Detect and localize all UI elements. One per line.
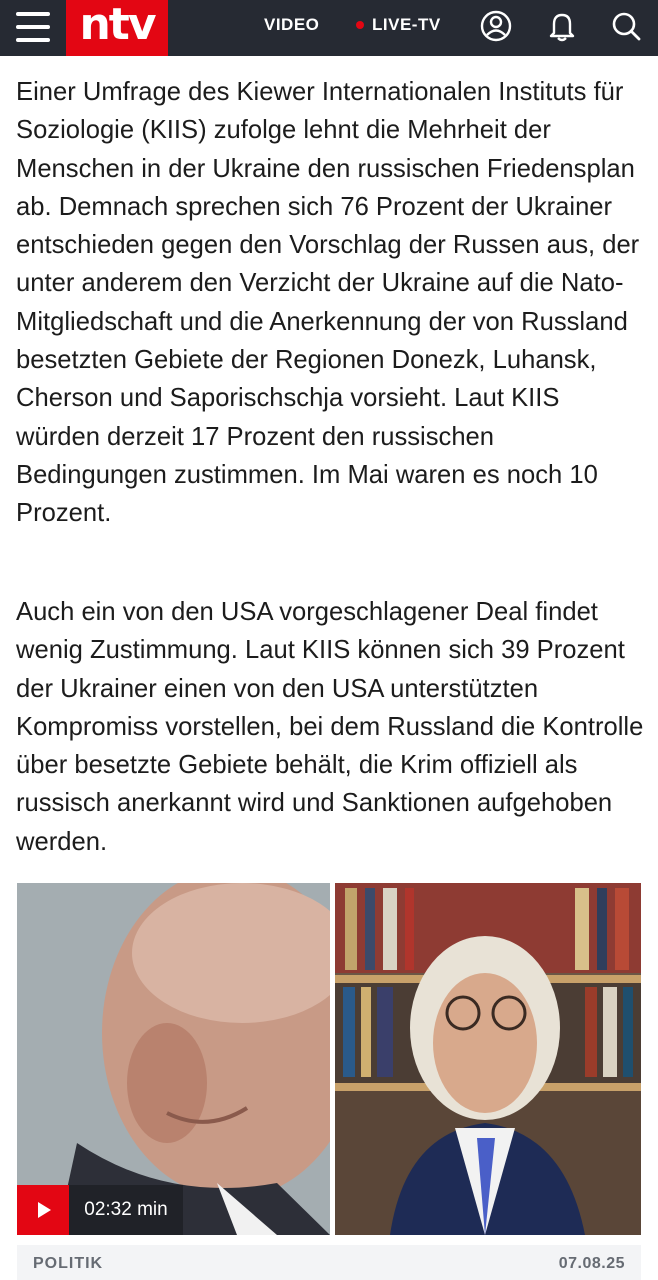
search-icon[interactable] (609, 9, 643, 43)
bell-icon[interactable] (545, 9, 579, 43)
user-icon[interactable] (479, 9, 513, 43)
meta-background (17, 1245, 641, 1280)
live-indicator-dot (356, 21, 364, 29)
top-navigation-bar: ntv VIDEO LIVE-TV (0, 0, 658, 56)
video-duration: 02:32 min (69, 1185, 183, 1235)
video-teaser[interactable]: 02:32 min (17, 883, 641, 1235)
publish-date: 07.08.25 (558, 1255, 625, 1272)
menu-icon[interactable] (16, 12, 50, 42)
nav-video-link[interactable]: VIDEO (264, 14, 319, 36)
nav-live-tv-label: LIVE-TV (372, 15, 441, 34)
article-paragraph: Einer Umfrage des Kiewer Internationalen… (16, 78, 640, 528)
play-button[interactable] (17, 1185, 69, 1235)
video-thumbnail-left[interactable]: 02:32 min (17, 883, 330, 1235)
ntv-logo[interactable]: ntv (66, 0, 168, 56)
article-paragraph: Auch ein von den USA vorgeschlagener Dea… (16, 598, 644, 856)
nav-live-tv-link[interactable]: LIVE-TV (356, 14, 441, 36)
play-icon (38, 1202, 51, 1218)
category-label[interactable]: POLITIK (33, 1255, 103, 1273)
video-teaser-meta: POLITIK 07.08.25 (17, 1245, 641, 1280)
video-thumbnail-right[interactable] (335, 883, 641, 1235)
